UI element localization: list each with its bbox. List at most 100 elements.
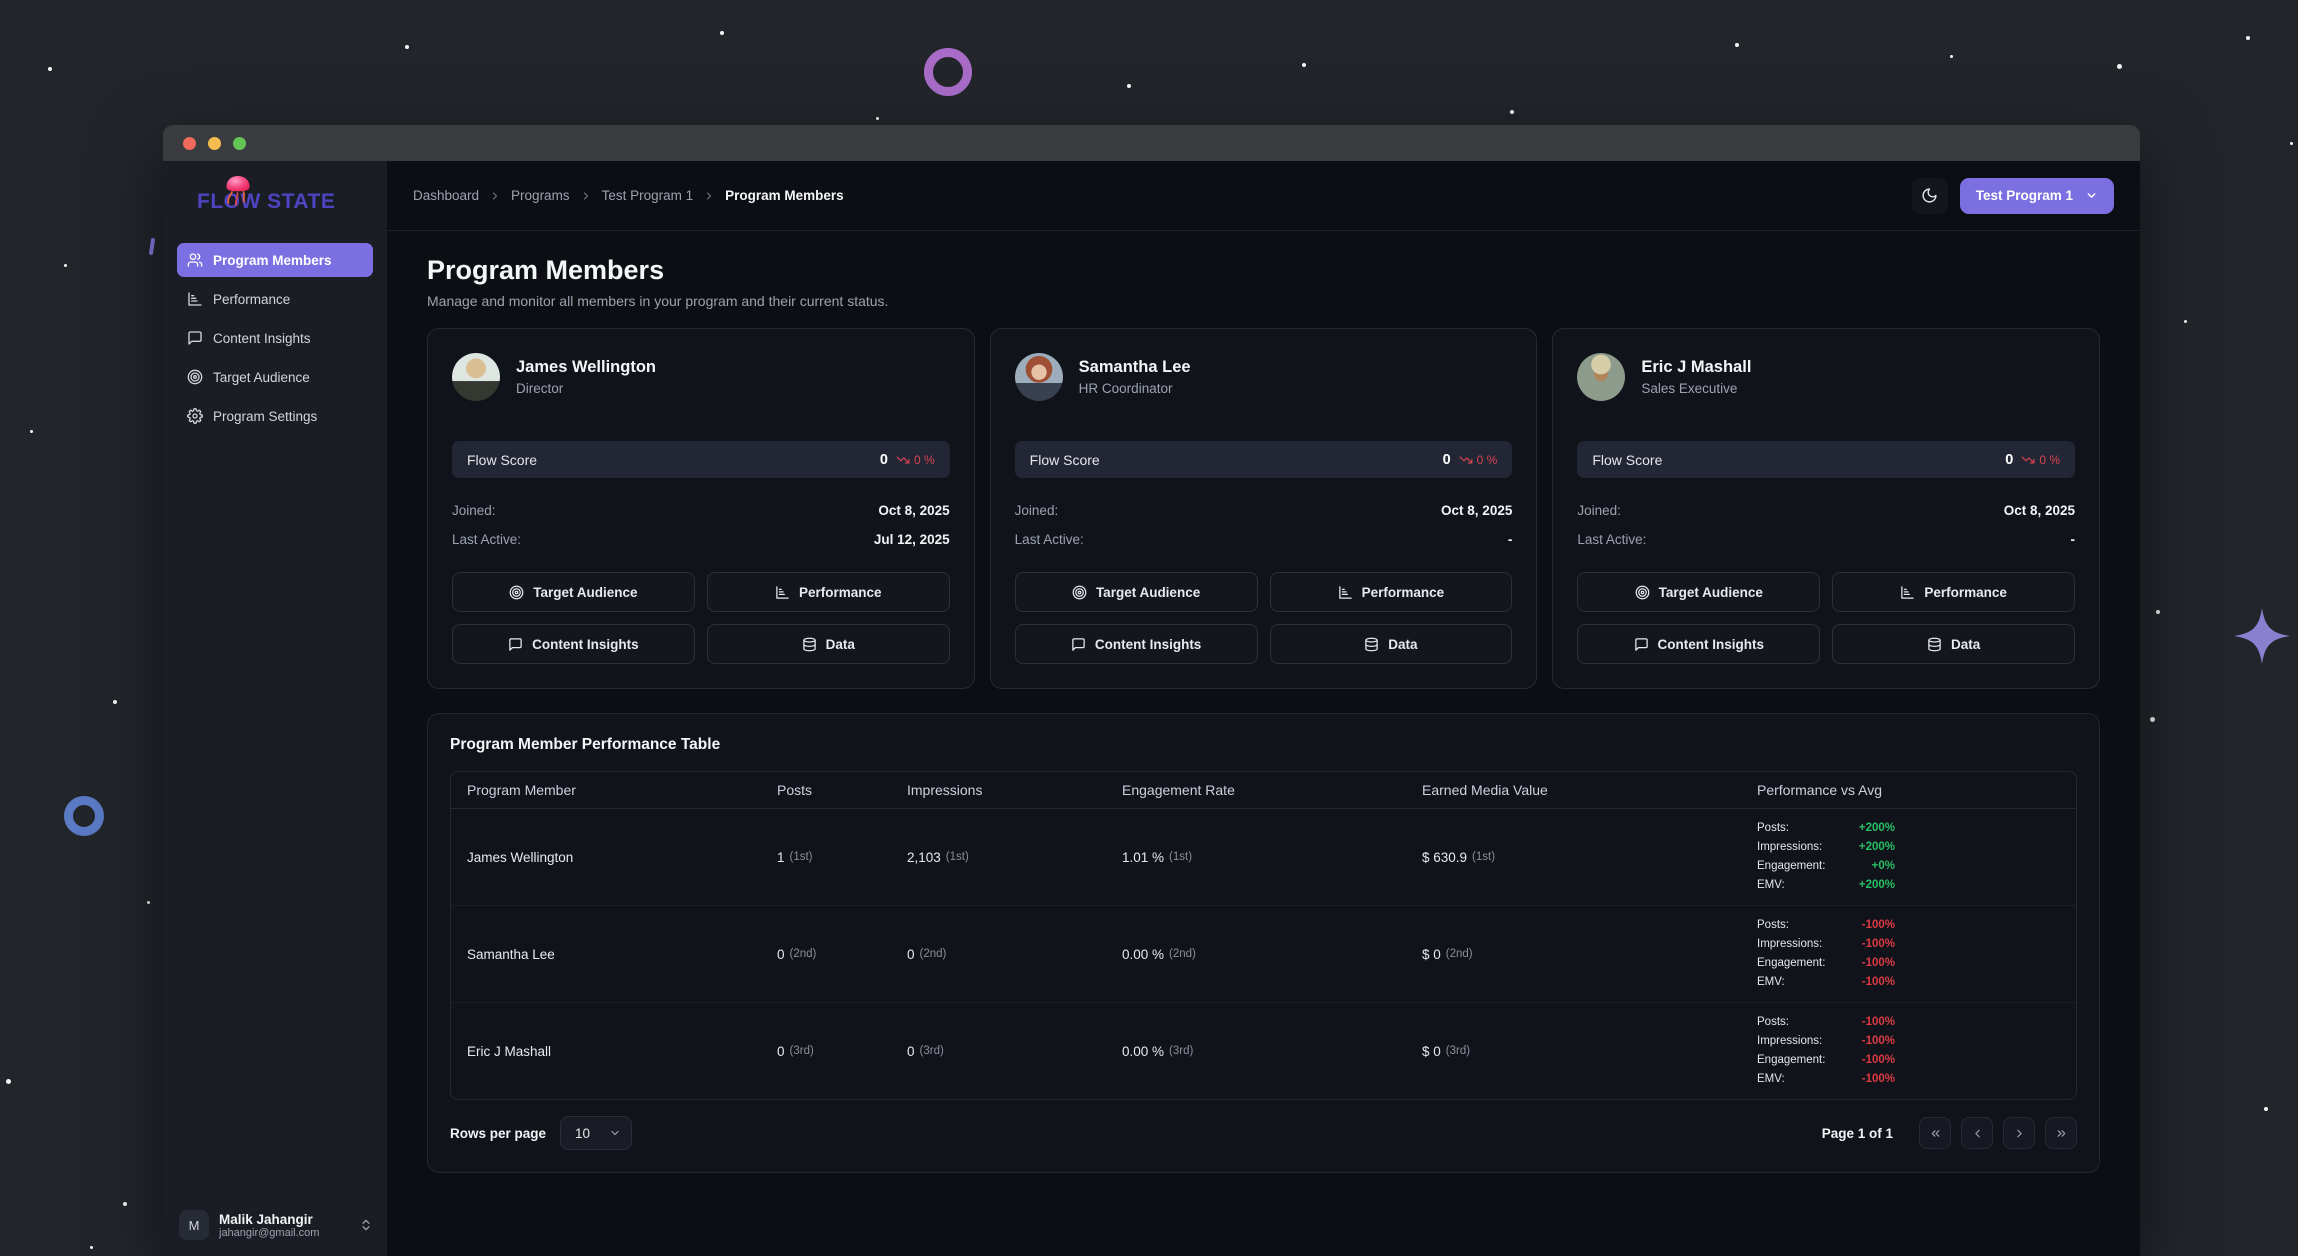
sidebar-nav: Program Members Performance Content Insi… bbox=[163, 243, 387, 438]
flow-trend-value: 0 % bbox=[914, 453, 935, 467]
column-header: Posts bbox=[761, 772, 891, 808]
member-card: James Wellington Director Flow Score 0 bbox=[427, 328, 975, 689]
avatar bbox=[452, 353, 500, 401]
table-header-row: Program Member Posts Impressions Engagem… bbox=[451, 772, 2076, 809]
users-icon bbox=[187, 252, 203, 268]
close-window-button[interactable] bbox=[183, 137, 196, 150]
sidebar: FLOW STATE bbox=[163, 161, 387, 1256]
flow-score-value: 0 bbox=[880, 452, 888, 468]
database-icon bbox=[1364, 637, 1379, 652]
performance-button[interactable]: Performance bbox=[1270, 572, 1513, 612]
content-insights-button[interactable]: Content Insights bbox=[1577, 624, 1820, 664]
table-footer: Rows per page 10 Page 1 of 1 bbox=[450, 1116, 2077, 1150]
bar-chart-icon bbox=[775, 585, 790, 600]
app-logo: FLOW STATE bbox=[163, 161, 387, 243]
flow-score-label: Flow Score bbox=[1030, 452, 1100, 468]
card-button-label: Performance bbox=[799, 585, 882, 600]
cell-impressions: 0(3rd) bbox=[891, 1003, 1106, 1099]
joined-value: Oct 8, 2025 bbox=[1441, 503, 1512, 518]
table-row: Eric J Mashall 0(3rd) 0(3rd) 0.00 %(3rd)… bbox=[451, 1003, 2076, 1099]
chevron-right-icon bbox=[703, 190, 715, 202]
cell-performance-vs-avg: Posts:-100% Impressions:-100% Engagement… bbox=[1741, 1003, 2076, 1099]
user-menu[interactable]: M Malik Jahangir jahangir@gmail.com bbox=[163, 1198, 387, 1256]
app-window: FLOW STATE bbox=[163, 125, 2140, 1256]
joined-value: Oct 8, 2025 bbox=[2004, 503, 2075, 518]
bar-chart-icon bbox=[1338, 585, 1353, 600]
flow-score-label: Flow Score bbox=[467, 452, 537, 468]
target-audience-button[interactable]: Target Audience bbox=[1015, 572, 1258, 612]
breadcrumb-current: Program Members bbox=[725, 188, 844, 203]
target-audience-button[interactable]: Target Audience bbox=[452, 572, 695, 612]
breadcrumb-test-program[interactable]: Test Program 1 bbox=[602, 188, 694, 203]
chevrons-right-icon bbox=[2055, 1127, 2068, 1140]
performance-table: Program Member Posts Impressions Engagem… bbox=[450, 771, 2077, 1100]
member-card: Samantha Lee HR Coordinator Flow Score 0 bbox=[990, 328, 1538, 689]
page-title: Program Members bbox=[427, 255, 2100, 286]
jellyfish-logo-icon bbox=[221, 173, 255, 213]
last-page-button[interactable] bbox=[2045, 1117, 2077, 1149]
minimize-window-button[interactable] bbox=[208, 137, 221, 150]
last-active-value: Jul 12, 2025 bbox=[874, 532, 950, 547]
performance-button[interactable]: Performance bbox=[1832, 572, 2075, 612]
target-icon bbox=[509, 585, 524, 600]
theme-toggle-button[interactable] bbox=[1912, 178, 1948, 214]
card-button-label: Target Audience bbox=[533, 585, 637, 600]
sidebar-item-label: Program Members bbox=[213, 253, 332, 268]
message-icon bbox=[187, 330, 203, 346]
avatar bbox=[1577, 353, 1625, 401]
column-header: Earned Media Value bbox=[1406, 772, 1741, 808]
first-page-button[interactable] bbox=[1919, 1117, 1951, 1149]
joined-label: Joined: bbox=[452, 503, 496, 518]
member-cards: James Wellington Director Flow Score 0 bbox=[427, 328, 2100, 689]
program-selector-button[interactable]: Test Program 1 bbox=[1960, 178, 2114, 214]
maximize-window-button[interactable] bbox=[233, 137, 246, 150]
sidebar-item-content-insights[interactable]: Content Insights bbox=[177, 321, 373, 355]
rows-per-page-select[interactable]: 10 bbox=[560, 1116, 632, 1150]
data-button[interactable]: Data bbox=[707, 624, 950, 664]
sidebar-item-label: Target Audience bbox=[213, 370, 310, 385]
target-icon bbox=[187, 369, 203, 385]
trending-down-icon bbox=[2021, 453, 2035, 467]
window-titlebar bbox=[163, 125, 2140, 161]
program-selector-label: Test Program 1 bbox=[1976, 188, 2073, 203]
flow-score-value: 0 bbox=[1443, 452, 1451, 468]
content-insights-button[interactable]: Content Insights bbox=[1015, 624, 1258, 664]
chevron-right-icon bbox=[2013, 1127, 2026, 1140]
chevrons-up-down-icon bbox=[359, 1218, 373, 1232]
cell-impressions: 0(2nd) bbox=[891, 906, 1106, 1002]
decor-dash bbox=[149, 238, 155, 255]
card-button-label: Target Audience bbox=[1659, 585, 1763, 600]
user-email: jahangir@gmail.com bbox=[219, 1227, 349, 1239]
sidebar-item-label: Performance bbox=[213, 292, 290, 307]
performance-button[interactable]: Performance bbox=[707, 572, 950, 612]
sparkle-icon bbox=[2232, 606, 2292, 666]
card-button-label: Data bbox=[1388, 637, 1417, 652]
table-title: Program Member Performance Table bbox=[450, 736, 2077, 754]
data-button[interactable]: Data bbox=[1832, 624, 2075, 664]
message-icon bbox=[1634, 637, 1649, 652]
flow-score-bar: Flow Score 0 0 % bbox=[1015, 441, 1513, 478]
card-button-label: Content Insights bbox=[532, 637, 639, 652]
cell-member: Samantha Lee bbox=[451, 906, 761, 1002]
joined-label: Joined: bbox=[1577, 503, 1621, 518]
sidebar-item-target-audience[interactable]: Target Audience bbox=[177, 360, 373, 394]
breadcrumb-programs[interactable]: Programs bbox=[511, 188, 570, 203]
table-row: James Wellington 1(1st) 2,103(1st) 1.01 … bbox=[451, 809, 2076, 906]
data-button[interactable]: Data bbox=[1270, 624, 1513, 664]
cell-performance-vs-avg: Posts:+200% Impressions:+200% Engagement… bbox=[1741, 809, 2076, 905]
member-role: Sales Executive bbox=[1641, 381, 1751, 396]
sidebar-item-program-members[interactable]: Program Members bbox=[177, 243, 373, 277]
content-insights-button[interactable]: Content Insights bbox=[452, 624, 695, 664]
next-page-button[interactable] bbox=[2003, 1117, 2035, 1149]
breadcrumb-dashboard[interactable]: Dashboard bbox=[413, 188, 479, 203]
sidebar-item-program-settings[interactable]: Program Settings bbox=[177, 399, 373, 433]
previous-page-button[interactable] bbox=[1961, 1117, 1993, 1149]
last-active-value: - bbox=[2071, 532, 2076, 547]
target-audience-button[interactable]: Target Audience bbox=[1577, 572, 1820, 612]
target-icon bbox=[1072, 585, 1087, 600]
moon-icon bbox=[1921, 187, 1938, 204]
card-button-label: Performance bbox=[1362, 585, 1445, 600]
logo-text: FLOW STATE bbox=[197, 190, 335, 214]
flow-score-bar: Flow Score 0 0 % bbox=[452, 441, 950, 478]
sidebar-item-performance[interactable]: Performance bbox=[177, 282, 373, 316]
